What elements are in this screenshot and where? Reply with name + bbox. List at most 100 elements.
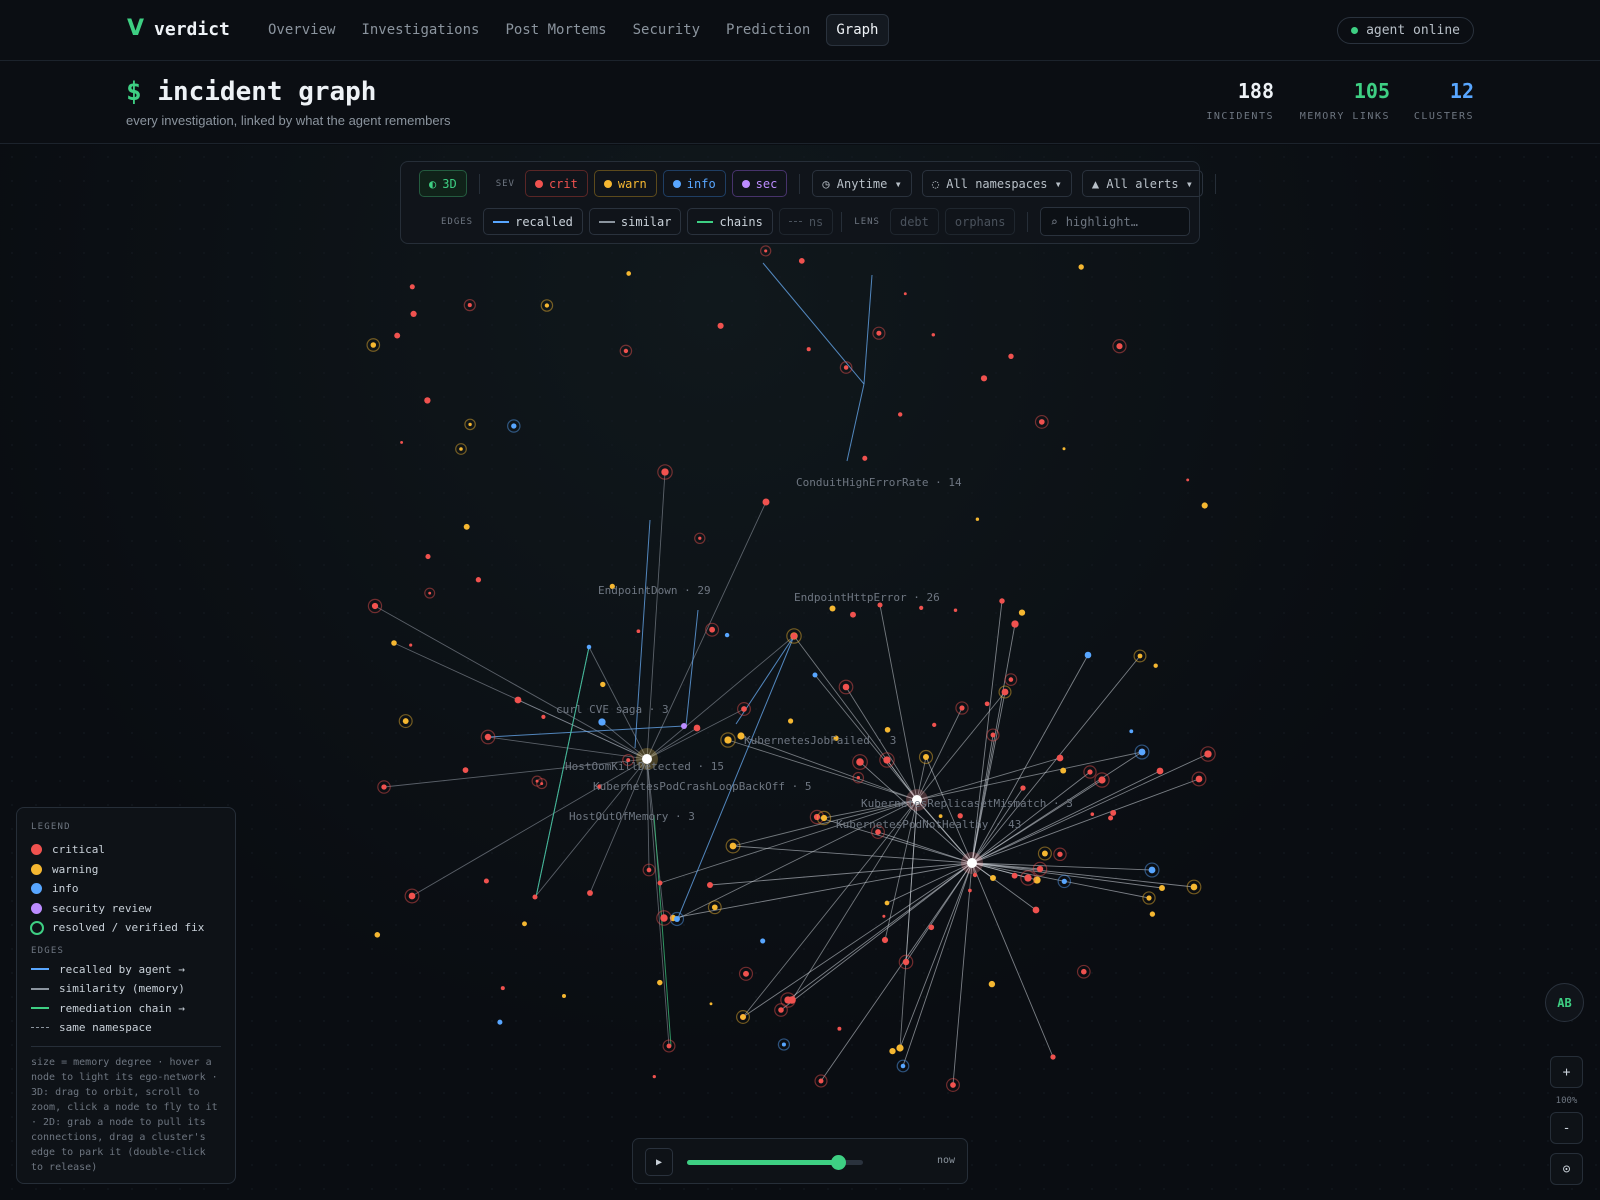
incident-node[interactable] — [990, 732, 996, 738]
incident-node[interactable] — [881, 936, 889, 944]
incident-node[interactable] — [778, 1007, 784, 1013]
incident-node[interactable] — [788, 718, 794, 724]
incident-node[interactable] — [1108, 815, 1114, 821]
incident-node[interactable] — [652, 1074, 656, 1079]
incident-node[interactable] — [1084, 651, 1092, 659]
recenter-button[interactable]: ⊙ — [1550, 1153, 1583, 1185]
incident-node[interactable] — [884, 726, 891, 733]
incident-node[interactable] — [370, 342, 377, 348]
sev-filter-sec[interactable]: sec — [731, 170, 788, 197]
incident-node[interactable] — [484, 733, 492, 741]
incident-node[interactable] — [657, 880, 663, 886]
incident-node[interactable] — [660, 914, 668, 922]
incident-node[interactable] — [408, 892, 416, 900]
incident-node[interactable] — [883, 756, 891, 764]
incident-node[interactable] — [928, 924, 935, 931]
incident-node[interactable] — [1149, 911, 1156, 917]
incident-node[interactable] — [391, 640, 397, 646]
incident-node[interactable] — [762, 498, 770, 506]
incident-node[interactable] — [850, 611, 856, 618]
incident-node[interactable] — [764, 249, 768, 253]
incident-node[interactable] — [829, 605, 836, 612]
incident-node[interactable] — [1011, 872, 1018, 879]
incident-node[interactable] — [1146, 895, 1152, 901]
incident-node[interactable] — [724, 632, 730, 638]
zoom-in-button[interactable]: + — [1550, 1056, 1583, 1088]
incident-node[interactable] — [896, 1044, 904, 1052]
incident-node[interactable] — [717, 322, 724, 329]
incident-node[interactable] — [1159, 885, 1165, 891]
incident-node[interactable] — [394, 332, 401, 339]
incident-node[interactable] — [900, 1063, 906, 1069]
incident-node[interactable] — [424, 397, 431, 404]
incident-node[interactable] — [709, 1002, 713, 1006]
incident-node[interactable] — [532, 894, 538, 900]
incident-node[interactable] — [932, 722, 937, 728]
incident-node[interactable] — [706, 881, 714, 889]
incident-node[interactable] — [374, 932, 381, 938]
incident-node[interactable] — [988, 980, 996, 988]
incident-node[interactable] — [1008, 353, 1014, 359]
incident-node[interactable] — [950, 1082, 956, 1088]
incident-node[interactable] — [1001, 688, 1009, 696]
incident-node[interactable] — [1190, 883, 1198, 891]
incident-node[interactable] — [818, 1078, 824, 1084]
incident-node[interactable] — [600, 681, 606, 688]
incident-node[interactable] — [788, 996, 796, 1004]
timeline-handle[interactable] — [831, 1155, 847, 1170]
incident-node[interactable] — [1018, 609, 1026, 616]
incident-node[interactable] — [1038, 419, 1045, 425]
incident-node[interactable] — [598, 718, 606, 726]
incident-node[interactable] — [711, 904, 718, 911]
play-button[interactable]: ▶ — [645, 1148, 673, 1176]
incident-node[interactable] — [743, 970, 749, 977]
incident-node[interactable] — [561, 993, 567, 999]
incident-node[interactable] — [882, 914, 886, 918]
incident-node[interactable] — [972, 872, 978, 878]
incident-node[interactable] — [967, 858, 977, 868]
incident-node[interactable] — [626, 271, 632, 276]
edge-filter-similar[interactable]: similar — [588, 208, 682, 235]
incident-node[interactable] — [681, 723, 687, 729]
incident-node[interactable] — [1060, 767, 1067, 774]
incident-node[interactable] — [889, 1047, 896, 1055]
incident-node[interactable] — [1062, 447, 1066, 451]
incident-node[interactable] — [820, 814, 828, 822]
incident-node[interactable] — [1081, 968, 1087, 975]
brand[interactable]: V verdict — [127, 18, 230, 40]
incident-node[interactable] — [897, 412, 903, 417]
incident-node[interactable] — [402, 718, 409, 725]
incident-node[interactable] — [856, 776, 860, 780]
incident-node[interactable] — [698, 536, 702, 540]
incident-node[interactable] — [462, 767, 469, 773]
incident-node[interactable] — [1116, 343, 1123, 350]
incident-node[interactable] — [1195, 775, 1203, 783]
incident-node[interactable] — [931, 333, 936, 337]
incident-node[interactable] — [587, 890, 593, 896]
incident-node[interactable] — [540, 782, 544, 786]
incident-node[interactable] — [541, 714, 546, 719]
incident-node[interactable] — [410, 310, 417, 317]
incident-node[interactable] — [693, 724, 701, 732]
incident-node[interactable] — [381, 784, 387, 790]
incident-node[interactable] — [463, 523, 470, 530]
incident-node[interactable] — [1078, 264, 1084, 270]
incident-node[interactable] — [903, 292, 907, 296]
incident-node[interactable] — [959, 705, 965, 711]
incident-node[interactable] — [1129, 729, 1134, 734]
incident-node[interactable] — [1201, 502, 1208, 509]
incident-node[interactable] — [522, 921, 527, 927]
incident-node[interactable] — [975, 517, 980, 521]
incident-graph[interactable]: ConduitHighErrorRate · 14 EndpointDown ·… — [0, 145, 1600, 1200]
nav-tab-investigations[interactable]: Investigations — [351, 14, 489, 46]
highlight-input[interactable] — [1065, 214, 1176, 229]
incident-node[interactable] — [497, 1019, 503, 1025]
incident-node[interactable] — [1061, 878, 1067, 885]
incident-node[interactable] — [862, 455, 868, 461]
incident-node[interactable] — [1153, 663, 1158, 668]
incident-node[interactable] — [806, 347, 811, 352]
incident-node[interactable] — [740, 1014, 746, 1020]
incident-node[interactable] — [1020, 785, 1026, 791]
incident-node[interactable] — [1057, 851, 1063, 857]
incident-node[interactable] — [623, 348, 629, 354]
